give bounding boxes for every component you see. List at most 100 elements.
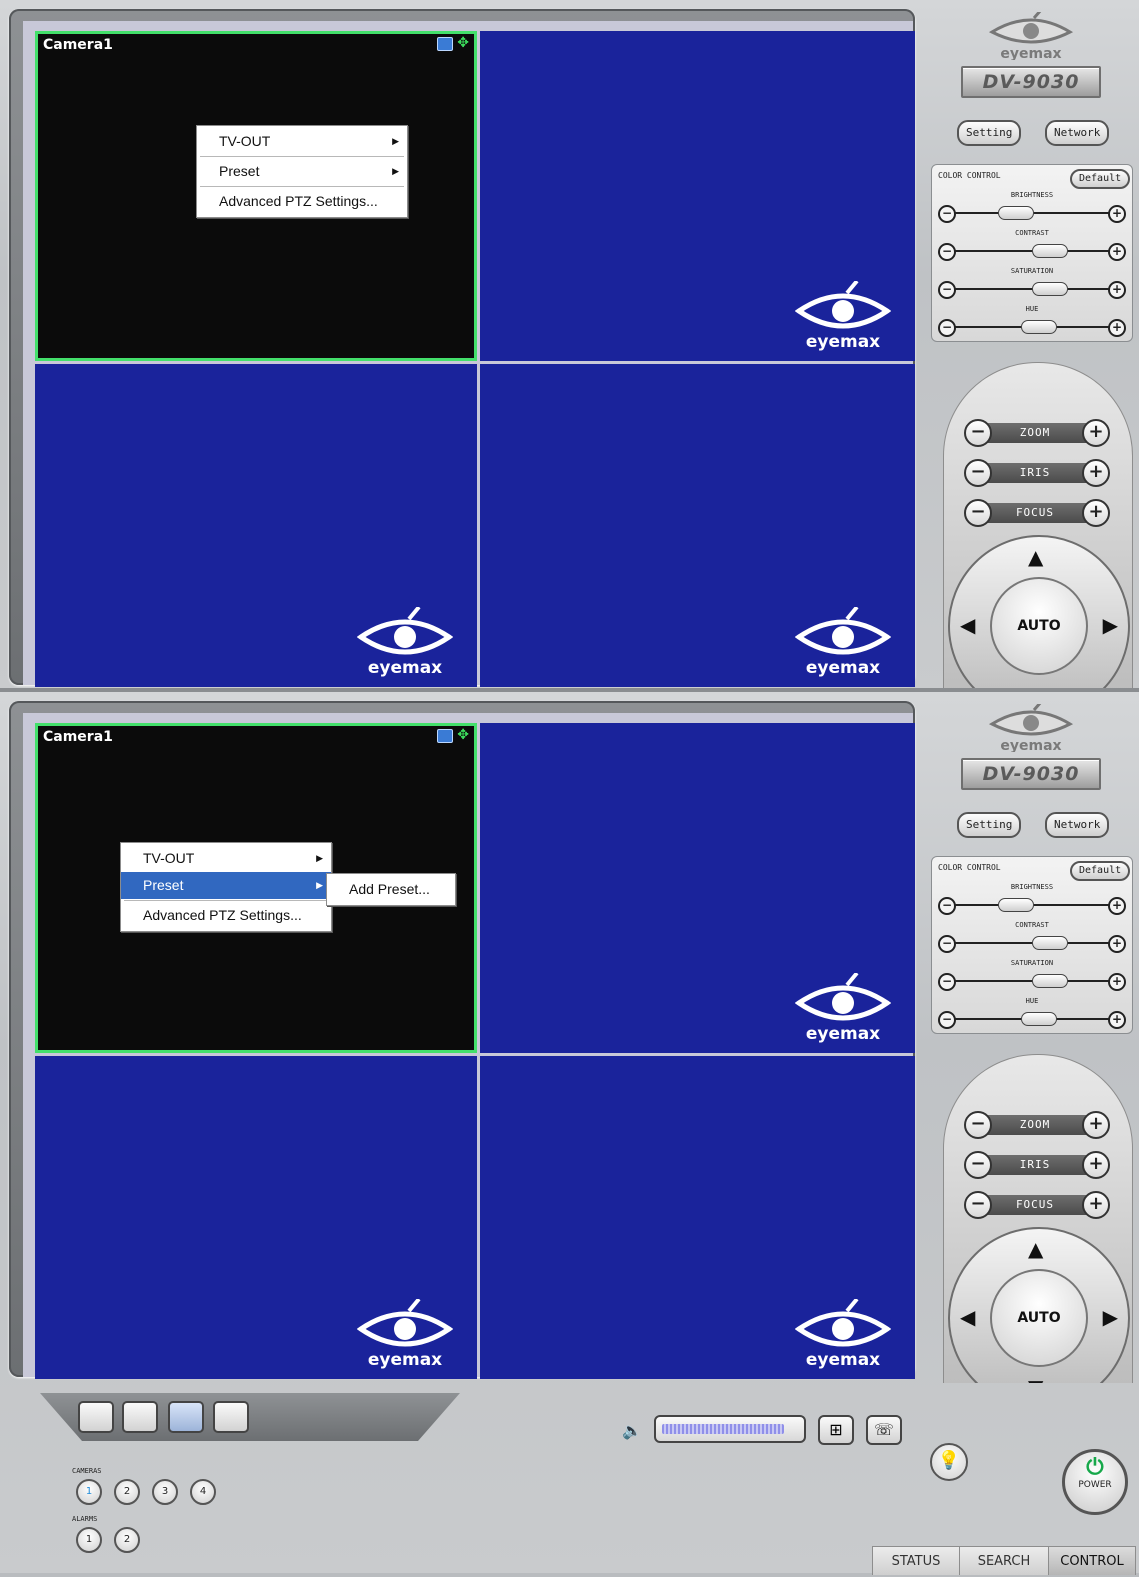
menu-item-label: TV-OUT bbox=[143, 850, 195, 866]
alarm-button-2[interactable]: 2 bbox=[114, 1527, 140, 1553]
network-button[interactable]: Network bbox=[1045, 812, 1110, 838]
plus-icon[interactable]: + bbox=[1108, 897, 1126, 915]
sequence-view-button[interactable] bbox=[213, 1401, 249, 1433]
minus-icon[interactable]: − bbox=[938, 935, 956, 953]
slider-knob[interactable] bbox=[997, 206, 1034, 220]
slider-knob[interactable] bbox=[1032, 974, 1069, 988]
submenu-arrow-icon: ▶ bbox=[392, 166, 399, 176]
menu-item-label: Add Preset... bbox=[349, 881, 430, 897]
setting-button[interactable]: Setting bbox=[957, 120, 1022, 146]
menu-item-tv-out[interactable]: TV-OUT ▶ bbox=[197, 128, 407, 155]
color-default-button[interactable]: Default bbox=[1070, 861, 1131, 881]
mode-tabs: STATUS SEARCH CONTROL bbox=[872, 1546, 1136, 1575]
pan-up-button[interactable]: ▲ bbox=[1028, 1237, 1043, 1261]
plus-icon[interactable]: + bbox=[1108, 319, 1126, 337]
pan-up-button[interactable]: ▲ bbox=[1028, 545, 1043, 569]
auto-button[interactable]: AUTO bbox=[990, 1269, 1088, 1367]
menu-item-advanced-ptz[interactable]: Advanced PTZ Settings... bbox=[121, 902, 331, 929]
video-cell-3[interactable]: eyemax bbox=[35, 1056, 477, 1379]
minus-icon[interactable]: − bbox=[964, 1151, 992, 1179]
slider-knob[interactable] bbox=[997, 898, 1034, 912]
menu-item-advanced-ptz[interactable]: Advanced PTZ Settings... bbox=[197, 188, 407, 215]
camera-button-3[interactable]: 3 bbox=[152, 1479, 178, 1505]
video-cell-4[interactable]: eyemax bbox=[480, 364, 915, 687]
color-row-contrast: CONTRAST − + bbox=[938, 229, 1126, 261]
plus-icon[interactable]: + bbox=[1082, 419, 1110, 447]
minus-icon[interactable]: − bbox=[938, 1011, 956, 1029]
minus-icon[interactable]: − bbox=[964, 1111, 992, 1139]
video-cell-4[interactable]: eyemax bbox=[480, 1056, 915, 1379]
pan-down-button[interactable]: ▼ bbox=[1028, 1375, 1043, 1383]
plus-icon[interactable]: + bbox=[1108, 243, 1126, 261]
minus-icon[interactable]: − bbox=[938, 281, 956, 299]
menu-item-preset[interactable]: Preset ▶ bbox=[197, 158, 407, 185]
auto-button[interactable]: AUTO bbox=[990, 577, 1088, 675]
menu-item-tv-out[interactable]: TV-OUT ▶ bbox=[121, 845, 331, 872]
slider-knob[interactable] bbox=[1032, 244, 1069, 258]
tab-search[interactable]: SEARCH bbox=[959, 1546, 1049, 1575]
plus-icon[interactable]: + bbox=[1082, 499, 1110, 527]
plus-icon[interactable]: + bbox=[1108, 935, 1126, 953]
minus-icon[interactable]: − bbox=[938, 319, 956, 337]
plus-icon[interactable]: + bbox=[1082, 459, 1110, 487]
pan-right-button[interactable]: ▶ bbox=[1103, 1305, 1118, 1329]
power-button[interactable]: ⏻ POWER bbox=[1062, 1449, 1128, 1515]
video-cell-2[interactable]: eyemax bbox=[480, 31, 915, 361]
grid-icon[interactable]: ⊞ bbox=[818, 1415, 854, 1445]
camera-button-2[interactable]: 2 bbox=[114, 1479, 140, 1505]
minus-icon[interactable]: − bbox=[938, 243, 956, 261]
volume-slider[interactable] bbox=[654, 1415, 806, 1443]
model-name: DV-9030 bbox=[961, 66, 1101, 98]
plus-icon[interactable]: + bbox=[1082, 1111, 1110, 1139]
minus-icon[interactable]: − bbox=[938, 897, 956, 915]
pan-right-button[interactable]: ▶ bbox=[1103, 613, 1118, 637]
plus-icon[interactable]: + bbox=[1108, 281, 1126, 299]
single-view-button[interactable] bbox=[122, 1401, 158, 1433]
lightbulb-icon[interactable]: 💡 bbox=[930, 1443, 968, 1481]
minus-icon[interactable]: − bbox=[964, 499, 992, 527]
eyemax-logo-icon: eyemax bbox=[357, 607, 453, 677]
slider-knob[interactable] bbox=[1020, 320, 1057, 334]
menu-item-preset[interactable]: Preset ▶ bbox=[121, 872, 331, 899]
alarms-label: ALARMS bbox=[72, 1515, 98, 1523]
submenu-arrow-icon: ▶ bbox=[392, 136, 399, 146]
pan-left-button[interactable]: ◀ bbox=[960, 613, 975, 637]
slider-knob[interactable] bbox=[1020, 1012, 1057, 1026]
color-row-saturation: SATURATION − + bbox=[938, 267, 1126, 299]
plus-icon[interactable]: + bbox=[1108, 205, 1126, 223]
tab-control[interactable]: CONTROL bbox=[1048, 1546, 1136, 1575]
ptz-row-zoom: ZOOM − + bbox=[960, 1111, 1110, 1139]
submenu-arrow-icon: ▶ bbox=[316, 880, 323, 890]
minus-icon[interactable]: − bbox=[964, 1191, 992, 1219]
quad-view-button[interactable] bbox=[168, 1401, 204, 1433]
fullscreen-view-button[interactable] bbox=[78, 1401, 114, 1433]
pan-left-button[interactable]: ◀ bbox=[960, 1305, 975, 1329]
minus-icon[interactable]: − bbox=[938, 973, 956, 991]
tab-status[interactable]: STATUS bbox=[872, 1546, 960, 1575]
plus-icon[interactable]: + bbox=[1108, 973, 1126, 991]
slider-knob[interactable] bbox=[1032, 282, 1069, 296]
alarm-button-1[interactable]: 1 bbox=[76, 1527, 102, 1553]
setting-button[interactable]: Setting bbox=[957, 812, 1022, 838]
minus-icon[interactable]: − bbox=[964, 459, 992, 487]
svg-text:eyemax: eyemax bbox=[368, 658, 442, 677]
plus-icon[interactable]: + bbox=[1108, 1011, 1126, 1029]
video-cell-3[interactable]: eyemax bbox=[35, 364, 477, 687]
color-row-label: CONTRAST bbox=[1015, 921, 1049, 929]
color-default-button[interactable]: Default bbox=[1070, 169, 1131, 189]
minus-icon[interactable]: − bbox=[938, 205, 956, 223]
speaker-icon[interactable]: 🔈 bbox=[622, 1421, 642, 1440]
plus-icon[interactable]: + bbox=[1082, 1191, 1110, 1219]
context-menu: TV-OUT ▶ Preset ▶ Advanced PTZ Settings... bbox=[196, 125, 408, 218]
camera-button-4[interactable]: 4 bbox=[190, 1479, 216, 1505]
video-cell-2[interactable]: eyemax bbox=[480, 723, 915, 1053]
plus-icon[interactable]: + bbox=[1082, 1151, 1110, 1179]
menu-divider bbox=[200, 186, 404, 187]
camera-button-1[interactable]: 1 bbox=[76, 1479, 102, 1505]
phone-icon[interactable]: ☏ bbox=[866, 1415, 902, 1445]
eyemax-brand-logo-icon: eyemax bbox=[988, 9, 1074, 62]
minus-icon[interactable]: − bbox=[964, 419, 992, 447]
network-button[interactable]: Network bbox=[1045, 120, 1110, 146]
slider-knob[interactable] bbox=[1032, 936, 1069, 950]
menu-item-add-preset[interactable]: Add Preset... bbox=[327, 876, 455, 903]
